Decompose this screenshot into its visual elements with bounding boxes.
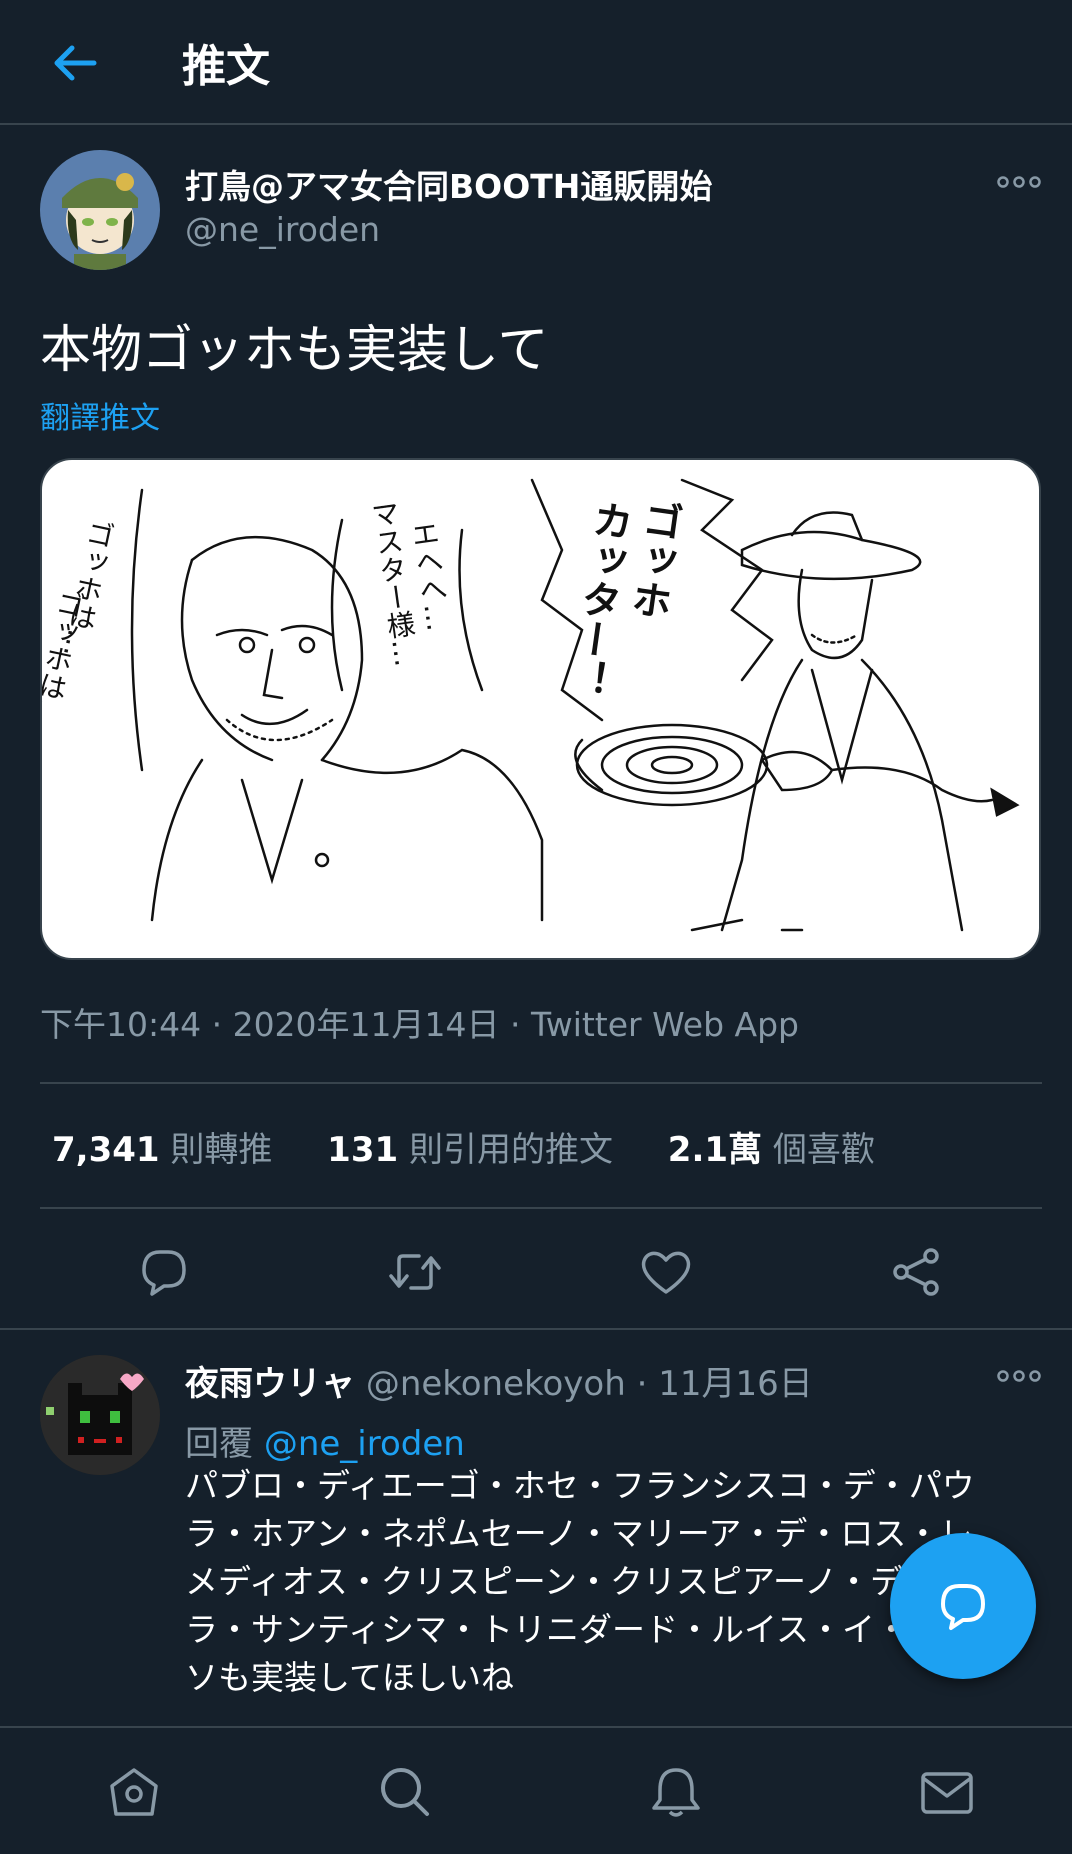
page-title: 推文 (182, 41, 270, 92)
divider (0, 1328, 1072, 1330)
retweet-icon[interactable] (387, 1244, 443, 1300)
share-icon[interactable] (889, 1244, 945, 1300)
tweet-text: 本物ゴッホも実装して (40, 321, 549, 380)
replying-to: 回覆 @ne_iroden (185, 1416, 465, 1465)
more-options-icon[interactable] (995, 170, 1043, 194)
tweet-timestamp: 下午10:44 · 2020年11月14日 · Twitter Web App (40, 1005, 799, 1044)
author-avatar[interactable] (40, 150, 160, 270)
tweet-stats: 7,341 則轉推 131 則引用的推文 2.1萬 個喜歡 (52, 1122, 919, 1171)
tweet-media-image[interactable]: ゴッホは… ゴッホは… エヘへ… マスター様… ゴッホ カッター！ (40, 458, 1041, 960)
reply-text-line: パブロ・ディエーゴ・ホセ・フランシスコ・デ・パウ (185, 1466, 975, 1505)
reply-author-avatar[interactable] (40, 1355, 160, 1475)
author-name[interactable]: 打鳥@アマ女合同BOOTH通販開始 (185, 160, 712, 208)
likes-count[interactable]: 2.1萬 (668, 1130, 762, 1170)
reply-author-name[interactable]: 夜雨ウリャ (185, 1364, 355, 1404)
divider (40, 1082, 1042, 1084)
retweets-count[interactable]: 7,341 (52, 1130, 160, 1170)
messages-icon[interactable] (919, 1764, 975, 1820)
compose-reply-button[interactable] (890, 1533, 1036, 1679)
replying-mention[interactable]: @ne_iroden (264, 1424, 465, 1464)
quotes-label[interactable]: 則引用的推文 (409, 1130, 613, 1170)
reply-icon[interactable] (136, 1244, 192, 1300)
replying-prefix: 回覆 (185, 1424, 253, 1464)
bottom-nav (0, 1726, 1072, 1854)
divider (40, 1207, 1042, 1209)
reply-more-options-icon[interactable] (995, 1364, 1043, 1388)
like-icon[interactable] (638, 1244, 694, 1300)
reply-author-handle[interactable]: @nekonekoyoh (366, 1364, 626, 1404)
home-icon[interactable] (106, 1764, 162, 1820)
compose-reply-icon (941, 1584, 985, 1630)
back-arrow-icon[interactable] (50, 38, 100, 88)
svg-text:カッター！: カッター！ (561, 497, 634, 701)
translate-tweet-link[interactable]: 翻譯推文 (40, 393, 160, 437)
reply-header: 夜雨ウリャ @nekonekoyoh · 11月16日 (185, 1356, 813, 1405)
reply-date: · 11月16日 (636, 1364, 813, 1404)
retweets-label[interactable]: 則轉推 (170, 1130, 272, 1170)
quotes-count[interactable]: 131 (327, 1130, 398, 1170)
likes-label[interactable]: 個喜歡 (773, 1130, 875, 1170)
notifications-icon[interactable] (648, 1764, 704, 1820)
author-handle[interactable]: @ne_iroden (185, 210, 380, 249)
top-bar: 推文 (0, 0, 1072, 125)
search-icon[interactable] (377, 1764, 433, 1820)
